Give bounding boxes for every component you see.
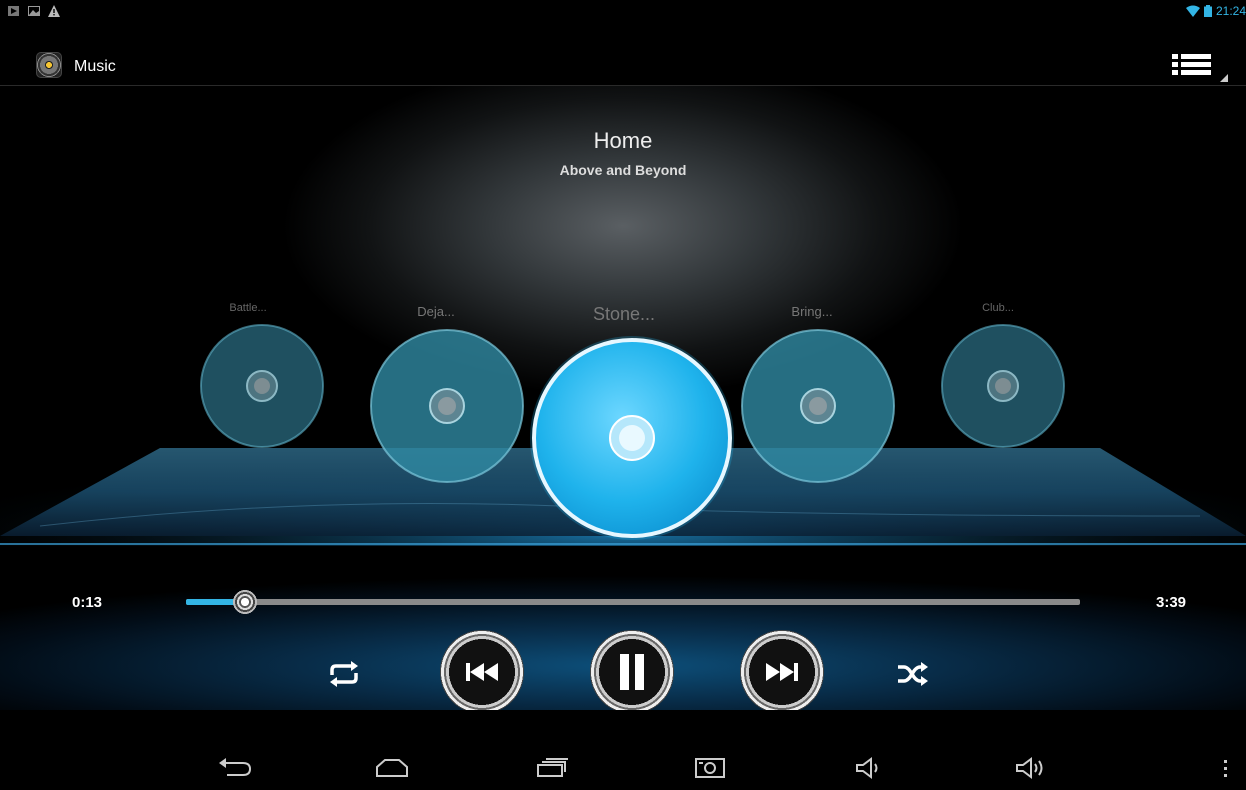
repeat-button[interactable]	[322, 652, 366, 696]
album-disc[interactable]	[368, 327, 526, 485]
volume-down-button[interactable]	[840, 750, 900, 786]
play-notification-icon	[8, 6, 19, 16]
home-icon	[376, 759, 408, 777]
overflow-menu-button[interactable]	[1208, 750, 1244, 786]
back-icon	[219, 758, 252, 776]
disc-label: Stone...	[592, 304, 656, 324]
album-disc[interactable]	[739, 327, 897, 485]
screenshot-button[interactable]	[680, 750, 740, 786]
app-title: Music	[74, 58, 116, 75]
system-status: 21:24	[1185, 4, 1246, 18]
back-button[interactable]	[206, 750, 266, 786]
album-disc-selected[interactable]	[528, 334, 736, 542]
seek-thumb[interactable]	[231, 588, 259, 616]
previous-button[interactable]	[440, 630, 524, 714]
pause-button[interactable]	[590, 630, 674, 714]
recent-apps-icon	[537, 758, 568, 777]
album-disc[interactable]	[198, 322, 326, 450]
warning-icon	[48, 5, 60, 17]
album-disc[interactable]	[939, 322, 1067, 450]
volume-up-icon	[1016, 757, 1043, 779]
home-button[interactable]	[362, 750, 422, 786]
notification-icons	[8, 5, 60, 17]
volume-down-icon	[856, 757, 878, 779]
image-notification-icon	[28, 6, 40, 16]
battery-icon	[1203, 5, 1212, 17]
disc-label: Bring...	[791, 304, 833, 319]
navigation-bar	[0, 710, 1246, 790]
now-playing-stage: Home Above and Beyond Battle... Deja... …	[0, 86, 1246, 546]
elapsed-time: 0:13	[72, 594, 103, 611]
next-icon	[766, 663, 798, 681]
song-artist: Above and Beyond	[559, 162, 687, 178]
playback-controls: 0:13 3:39	[0, 546, 1246, 714]
previous-icon	[466, 663, 498, 681]
disc-label: Club...	[982, 302, 1014, 314]
wifi-icon	[1185, 5, 1200, 17]
total-time: 3:39	[1156, 594, 1187, 611]
shuffle-button[interactable]	[890, 652, 934, 696]
volume-up-button[interactable]	[1000, 750, 1060, 786]
overflow-menu-icon	[1224, 760, 1227, 777]
disc-label: Deja...	[417, 304, 455, 319]
shuffle-icon	[898, 662, 928, 686]
action-bar: Music	[0, 24, 1246, 86]
song-title: Home	[593, 128, 653, 153]
recent-apps-button[interactable]	[522, 750, 582, 786]
seek-bar[interactable]	[186, 588, 1080, 616]
music-app-icon[interactable]	[36, 52, 62, 78]
pause-icon	[620, 654, 644, 690]
screenshot-icon	[695, 758, 725, 778]
disc-label: Battle...	[229, 302, 267, 314]
next-button[interactable]	[740, 630, 824, 714]
status-bar: 21:24	[0, 0, 1246, 24]
clock: 21:24	[1215, 4, 1246, 18]
repeat-icon	[330, 661, 358, 687]
